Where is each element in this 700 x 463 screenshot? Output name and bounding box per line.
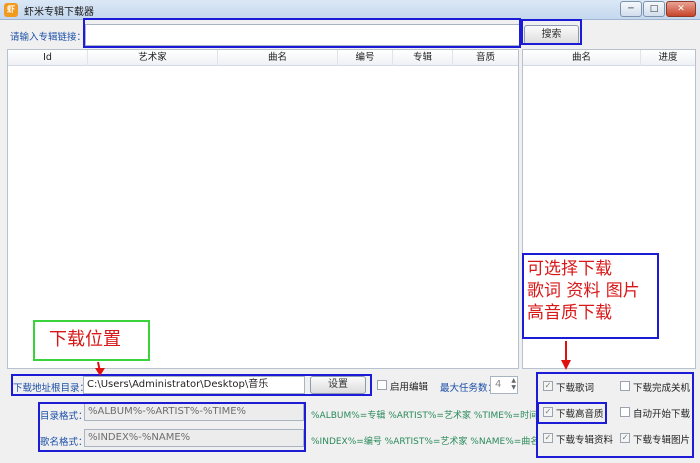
arrow-to-path-icon bbox=[95, 361, 105, 376]
arrow-to-options-icon bbox=[561, 341, 571, 370]
annotation-arrows bbox=[95, 341, 571, 376]
